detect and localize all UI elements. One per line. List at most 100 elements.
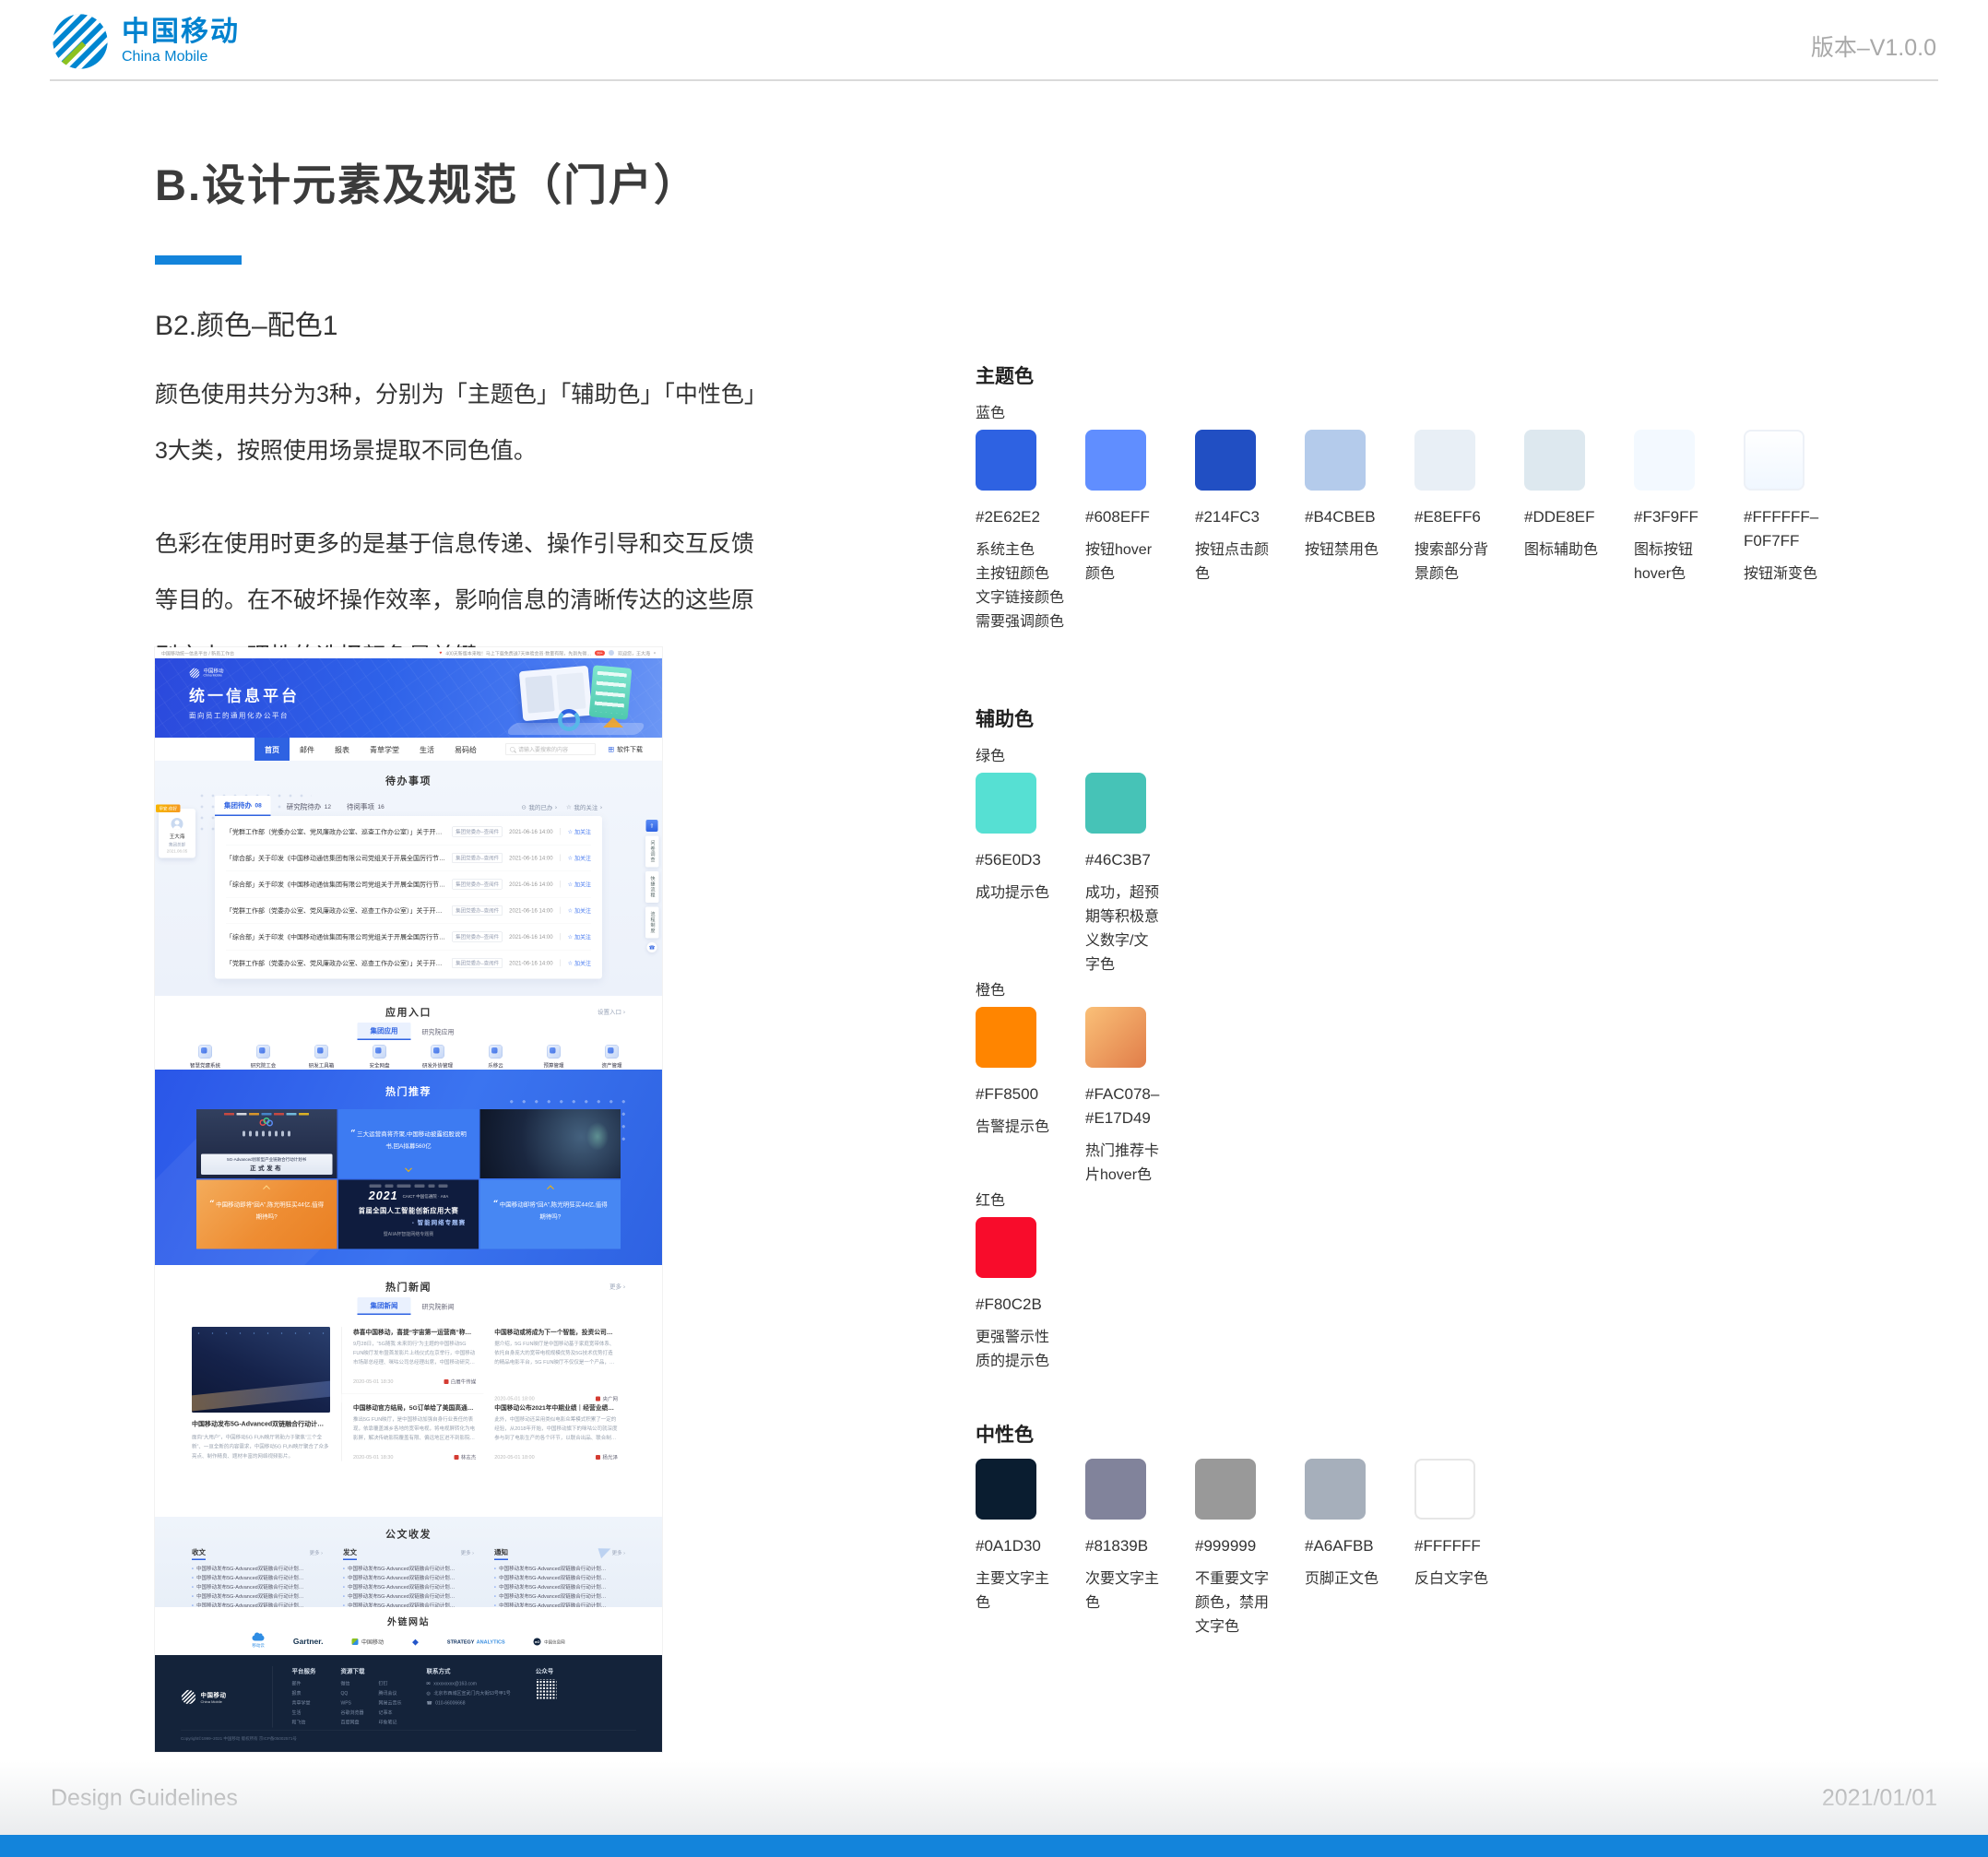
color-swatch bbox=[1195, 1459, 1256, 1520]
partner-logo-cmcc: 中国移动 bbox=[351, 1638, 384, 1646]
apps-tab-institute: 研究院应用 bbox=[417, 1023, 460, 1040]
todo-row: 「党群工作部（党委办公室、党风廉政办公室、巡查工作办公室）」关于开展年度… 集团… bbox=[226, 951, 591, 976]
apps-tabs: 集团应用 研究院应用 bbox=[155, 1023, 662, 1040]
doc-item-title: 中国移动发布5G-Advanced双链融合行动计划… bbox=[348, 1565, 455, 1572]
news-section-title: 热门新闻 bbox=[155, 1265, 662, 1294]
version-label: 版本–V1.0.0 bbox=[1811, 30, 1936, 63]
theme-color-group-label: 蓝色 bbox=[976, 400, 1962, 422]
footer-link: 谷歌浏览器 bbox=[341, 1709, 364, 1719]
portal-nav-tab-mail: 邮件 bbox=[290, 738, 325, 761]
recommend-card-quote-blue2: “中国移动即将“回A”,陈光明狂买44亿,值得期待吗? bbox=[480, 1180, 621, 1249]
portal-hero-brand-text: 中国移动 China Mobile bbox=[204, 668, 224, 678]
footer-link: 印象笔记 bbox=[379, 1718, 402, 1728]
news-card-meta: 2020-05-01 18:00 杨光泽 bbox=[494, 1449, 625, 1461]
todo-row-divider: | bbox=[560, 933, 562, 941]
docs-section-title: 公文收发 bbox=[155, 1517, 662, 1541]
color-hex: #0A1D30 bbox=[976, 1534, 1071, 1558]
china-mobile-logo-icon bbox=[50, 11, 111, 72]
todo-row-date: 2021-06-16 14:00 bbox=[509, 855, 552, 861]
color-swatch bbox=[976, 1007, 1036, 1068]
color-usage: 更强警示性 质的提示色 bbox=[976, 1326, 1071, 1374]
apps-section-title: 应用入口 bbox=[155, 996, 662, 1019]
contact-phone-value: 010-66006668 bbox=[435, 1698, 465, 1709]
doc-item: ▪ 中国移动发布5G-Advanced双链融合行动计划… bbox=[343, 1591, 474, 1601]
news-tab-group: 集团新闻 bbox=[357, 1297, 410, 1315]
todo-list-card: 「党群工作部（党委办公室、党风廉政办公室、巡查工作办公室）」关于开展年度… 集团… bbox=[215, 816, 602, 979]
portal-topbar-breadcrumb: 中国移动统一信息平台 / 新员工作台 bbox=[161, 649, 234, 656]
portal-screenshot: 中国移动统一信息平台 / 新员工作台 ♥ 400天新版本来啦！马上下载免费送7天… bbox=[155, 647, 662, 1752]
chevron-down-icon: ▾ bbox=[654, 651, 656, 656]
quote-body: 中国移动即将“回A”,陈光明狂买44亿,值得期待吗? bbox=[216, 1201, 324, 1221]
recommend-card-quote-blue: “三大运营商将齐聚,中国移动披露招股说明书,回A拟募560亿 bbox=[338, 1109, 479, 1178]
portal-links-section: 外链网站 移动云 Gartner. 中国移动 ◆ STRATEGY ANALYT… bbox=[155, 1607, 662, 1655]
greeting-ribbon: 早安·你好 bbox=[156, 805, 181, 813]
todo-done-link: ⊙ 我的已办 › bbox=[521, 803, 557, 812]
news-card-source-name: 白眉牛传媒 bbox=[451, 1378, 477, 1386]
doc-item-title: 中国移动发布5G-Advanced双链融合行动计划… bbox=[348, 1583, 455, 1591]
app-item: 研发外协管理 bbox=[421, 1045, 455, 1070]
recommend-card-movie bbox=[480, 1109, 621, 1178]
caret-down-icon bbox=[405, 1165, 412, 1172]
avatar bbox=[609, 650, 614, 656]
doc-item: ▪ 中国移动发布5G-Advanced双链融合行动计划… bbox=[192, 1591, 323, 1601]
footer-link-list: 钉钉腾讯会议网易云音乐记事本印象笔记 bbox=[379, 1679, 402, 1728]
news-card-date: 2020-05-01 18:00 bbox=[494, 1396, 534, 1402]
todo-row: 「党群工作部（党委办公室、党风廉政办公室、巡查工作办公室）」关于开展年度… 集团… bbox=[226, 819, 591, 846]
event-emblem bbox=[260, 1118, 274, 1129]
portal-todo-section: 待办事项 集团待办 08 研究院待办 12 待阅事项 16 bbox=[155, 761, 662, 996]
footer-col-download: 资源下载 微信QQWPS谷歌浏览器百度网盘 钉钉腾讯会议网易云音乐记事本印象笔记 bbox=[341, 1666, 402, 1728]
portal-hero-brand-en: China Mobile bbox=[204, 674, 224, 678]
event-banner-line2: 正式发布 bbox=[203, 1164, 330, 1173]
portal-footer-brand-en: China Mobile bbox=[201, 1699, 227, 1704]
news-card-title: 中国移动或将成为下一个智能，投资公司是… bbox=[494, 1327, 625, 1336]
app-icon bbox=[547, 1045, 561, 1059]
color-hex: #F80C2B bbox=[976, 1293, 1071, 1317]
todo-row-follow-action: ☆ 加关注 bbox=[568, 828, 591, 836]
news-card-date: 2020-05-01 18:00 bbox=[494, 1455, 534, 1461]
color-swatch bbox=[1634, 430, 1695, 491]
todo-follow-link: ☆ 我的关注 › bbox=[566, 803, 602, 812]
color-hex: #81839B bbox=[1085, 1534, 1181, 1558]
news-card-date: 2020-05-01 18:30 bbox=[353, 1455, 393, 1461]
footer-link-list: 邮件报表青草学堂生活和飞信 bbox=[292, 1679, 316, 1728]
doc-item: ▪ 中国移动发布5G-Advanced双链融合行动计划… bbox=[192, 1564, 323, 1573]
doc-icon: ▪ bbox=[192, 1585, 194, 1590]
color-swatch-item: #F80C2B 更强警示性 质的提示色 bbox=[976, 1217, 1071, 1374]
doc-icon: ▪ bbox=[192, 1594, 194, 1599]
portal-hero-brand: 中国移动 China Mobile bbox=[189, 668, 300, 679]
phone-icon: ☎ bbox=[427, 1698, 432, 1709]
event-banner: 5G-Advanced创新型产业链融合行动计划书 正式发布 bbox=[201, 1154, 332, 1176]
event-banner-line1: 5G-Advanced创新型产业链融合行动计划书 bbox=[203, 1156, 330, 1163]
todo-follow-label: 我的关注 bbox=[574, 803, 598, 812]
china-mobile-logo-icon-white bbox=[189, 668, 200, 679]
footer-col-contact: 联系方式 ✉xxxxxxxxx@163.com ◎北京市西城区宣武门内大街53号… bbox=[427, 1666, 511, 1728]
color-swatch bbox=[1085, 430, 1146, 491]
recommend-card-quote-orange: “中国移动即将“回A”,陈光明狂买44亿,值得期待吗? bbox=[196, 1180, 337, 1249]
illustration-panel bbox=[589, 665, 633, 719]
doc-item-title: 中国移动发布5G-Advanced双链融合行动计划… bbox=[499, 1602, 606, 1607]
doc-column-more-link: 更多 › bbox=[612, 1549, 625, 1556]
color-swatch-item: #214FC3 按钮点击颜 色 bbox=[1195, 430, 1291, 634]
partner-logo-label: STRATEGY bbox=[447, 1639, 475, 1645]
news-card-source-name: 杨光泽 bbox=[603, 1454, 619, 1461]
color-swatch-item: #DDE8EF 图标辅助色 bbox=[1524, 430, 1620, 634]
brand-name-cn: 中国移动 bbox=[122, 18, 240, 47]
todo-row-follow-label: 加关注 bbox=[574, 828, 591, 836]
color-swatch-item: #56E0D3 成功提示色 bbox=[976, 773, 1071, 977]
color-swatch-item: #B4CBEB 按钮禁用色 bbox=[1305, 430, 1401, 634]
phone-icon: ☎ bbox=[647, 942, 657, 952]
news-card-title: 中国移动公布2021年中期业绩｜经营业绩… bbox=[494, 1402, 625, 1412]
color-swatch bbox=[1305, 1459, 1366, 1520]
color-swatch bbox=[976, 430, 1036, 491]
source-icon bbox=[444, 1379, 448, 1384]
footer-link: 邮件 bbox=[292, 1679, 316, 1689]
theme-color-title: 主题色 bbox=[976, 361, 1962, 389]
doc-item: ▪ 中国移动发布5G-Advanced双链融合行动计划… bbox=[343, 1582, 474, 1591]
partner-logo-label: 中国移动 bbox=[361, 1638, 384, 1646]
doc-icon: ▪ bbox=[192, 1576, 194, 1580]
portal-nav: 首页 邮件 报表 青草学堂 生活 易码给 请输入要搜索的内容 软件下载 bbox=[155, 738, 662, 761]
color-usage: 热门推荐卡 片hover色 bbox=[1085, 1140, 1181, 1188]
partner-logo-diamond: ◆ bbox=[412, 1637, 419, 1647]
app-item: 研究院工会 bbox=[247, 1045, 280, 1070]
doc-column-header: 通知 更多 › bbox=[494, 1547, 625, 1560]
